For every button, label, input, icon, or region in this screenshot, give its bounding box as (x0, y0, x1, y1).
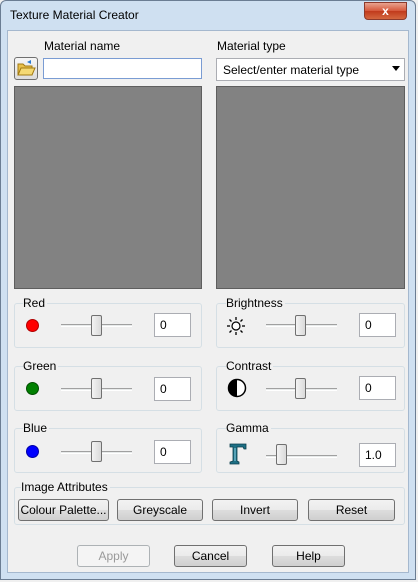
green-value-field[interactable]: 0 (154, 377, 191, 401)
material-name-input[interactable] (43, 58, 202, 79)
brightness-label: Brightness (226, 296, 285, 310)
red-label: Red (23, 296, 48, 310)
apply-button[interactable]: Apply (77, 545, 150, 567)
colour-palette-button[interactable]: Colour Palette... (18, 499, 109, 521)
help-button[interactable]: Help (272, 545, 345, 567)
red-slider-thumb[interactable] (91, 315, 102, 336)
gamma-value-field[interactable]: 1.0 (359, 443, 396, 467)
image-attributes-label: Image Attributes (21, 480, 110, 494)
brightness-slider-thumb[interactable] (295, 315, 306, 336)
window-title: Texture Material Creator (10, 8, 139, 22)
red-value-field[interactable]: 0 (154, 313, 191, 337)
invert-button[interactable]: Invert (212, 499, 298, 521)
close-icon: x (382, 4, 389, 18)
contrast-label: Contrast (226, 359, 274, 373)
green-label: Green (23, 359, 59, 373)
chevron-down-icon (392, 66, 400, 71)
cancel-button[interactable]: Cancel (174, 545, 247, 567)
gamma-label: Gamma (226, 421, 271, 435)
brightness-icon (227, 317, 245, 335)
contrast-slider-thumb[interactable] (295, 378, 306, 399)
material-type-label: Material type (217, 39, 286, 53)
open-folder-button[interactable] (14, 57, 38, 80)
material-type-selected: Select/enter material type (223, 63, 360, 77)
red-swatch-icon (26, 319, 39, 332)
blue-value-field[interactable]: 0 (154, 440, 191, 464)
green-slider-thumb[interactable] (91, 378, 102, 399)
texture-preview-original (14, 86, 202, 289)
blue-label: Blue (23, 421, 50, 435)
open-folder-icon (17, 60, 36, 76)
green-swatch-icon (26, 382, 39, 395)
title-bar[interactable]: Texture Material Creator x (1, 1, 415, 31)
contrast-icon (227, 378, 247, 398)
material-name-label: Material name (44, 39, 121, 53)
gamma-slider-thumb[interactable] (276, 444, 287, 465)
close-button[interactable]: x (364, 2, 407, 20)
greyscale-button[interactable]: Greyscale (117, 499, 203, 521)
gamma-icon (229, 443, 247, 465)
material-type-dropdown[interactable]: Select/enter material type (216, 58, 405, 81)
blue-swatch-icon (26, 445, 39, 458)
blue-slider-thumb[interactable] (91, 441, 102, 462)
texture-preview-result (216, 86, 405, 289)
reset-button[interactable]: Reset (308, 499, 395, 521)
contrast-value-field[interactable]: 0 (359, 376, 396, 400)
brightness-value-field[interactable]: 0 (359, 313, 396, 337)
